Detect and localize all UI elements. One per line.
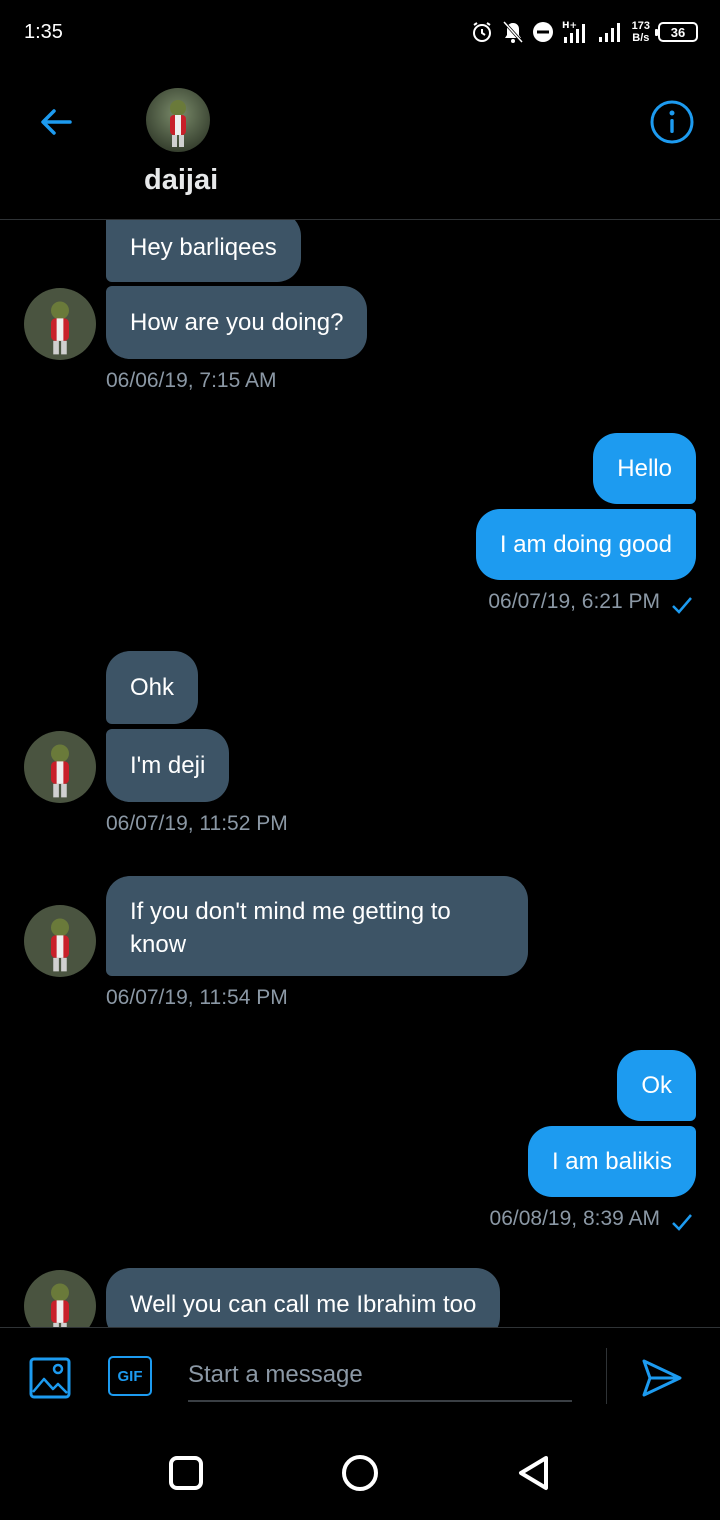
alarm-icon xyxy=(472,22,491,42)
received-message[interactable]: Ohk xyxy=(106,651,199,724)
message-text: Well you can call me Ibrahim too xyxy=(130,1291,477,1318)
home-icon xyxy=(342,1455,378,1491)
sender-avatar[interactable] xyxy=(24,288,96,360)
status-icons: H+ 173 B/s 36 xyxy=(470,16,698,48)
message-timestamp: 06/08/19, 8:39 AM xyxy=(489,1207,660,1230)
message-timestamp: 06/07/19, 6:21 PM xyxy=(488,590,660,613)
message-input[interactable] xyxy=(188,1350,572,1402)
conversation-header: daijai xyxy=(0,64,720,220)
signal-icon xyxy=(598,23,620,42)
message-text: I am balikis xyxy=(551,1148,672,1175)
conversation-info-button[interactable] xyxy=(648,98,696,146)
sender-avatar[interactable] xyxy=(24,1270,96,1327)
network-speed-value: 173 xyxy=(631,20,650,32)
message-text: I'm deji xyxy=(130,752,206,779)
recents-button[interactable] xyxy=(164,1451,208,1495)
info-icon xyxy=(650,100,694,144)
message-list[interactable]: Hey barliqees How are you doing? 06/06/1… xyxy=(0,220,720,1327)
back-triangle-icon xyxy=(519,1456,548,1490)
image-icon xyxy=(29,1357,71,1399)
signal-h-plus-icon: H+ xyxy=(562,21,585,43)
contact-avatar[interactable] xyxy=(146,88,210,152)
send-icon xyxy=(642,1359,682,1397)
message-timestamp: 06/07/19, 11:54 PM xyxy=(106,986,288,1009)
sent-message[interactable]: I am balikis xyxy=(527,1126,696,1197)
home-button[interactable] xyxy=(338,1451,382,1495)
message-text: How are you doing? xyxy=(130,309,344,336)
status-bar: 1:35 H+ 173 B/s 36 xyxy=(0,0,720,64)
message-timestamp: 06/06/19, 7:15 AM xyxy=(106,369,277,392)
battery-indicator: 36 xyxy=(655,22,698,42)
sent-message[interactable]: Ok xyxy=(617,1050,696,1121)
status-time: 1:35 xyxy=(24,21,63,43)
system-navigation-bar xyxy=(0,1427,720,1520)
do-not-disturb-icon xyxy=(532,22,553,42)
send-button[interactable] xyxy=(640,1356,684,1400)
message-text: Ok xyxy=(641,1072,672,1099)
sender-avatar[interactable] xyxy=(24,905,96,977)
composer-divider xyxy=(606,1348,607,1404)
sender-avatar[interactable] xyxy=(24,731,96,803)
svg-text:H+: H+ xyxy=(562,21,577,31)
received-message[interactable]: Well you can call me Ibrahim too xyxy=(106,1268,501,1327)
recents-icon xyxy=(169,1456,203,1490)
network-speed-unit: B/s xyxy=(632,32,650,44)
notifications-off-icon xyxy=(502,20,523,44)
message-timestamp: 06/07/19, 11:52 PM xyxy=(106,812,288,835)
sent-message[interactable]: I am doing good xyxy=(475,509,696,580)
add-gif-button[interactable]: GIF xyxy=(108,1356,152,1396)
message-text: Ohk xyxy=(130,674,175,701)
sent-message[interactable]: Hello xyxy=(593,433,696,504)
received-message[interactable]: How are you doing? xyxy=(106,286,368,359)
message-text: I am doing good xyxy=(499,531,672,558)
checkmark-icon xyxy=(672,597,692,614)
message-text: Hello xyxy=(617,455,672,482)
back-button[interactable] xyxy=(34,100,78,144)
add-media-button[interactable] xyxy=(28,1356,72,1400)
back-nav-button[interactable] xyxy=(512,1451,556,1495)
checkmark-icon xyxy=(672,1214,692,1231)
received-message[interactable]: If you don't mind me getting to know xyxy=(106,876,528,976)
message-text: Hey barliqees xyxy=(130,233,277,261)
received-message[interactable]: I'm deji xyxy=(106,729,230,802)
arrow-left-icon xyxy=(41,109,72,135)
message-text: If you don't mind me getting to know xyxy=(130,898,451,958)
received-message[interactable]: Hey barliqees xyxy=(106,220,301,282)
message-composer: GIF xyxy=(0,1327,720,1427)
network-speed: 173 B/s xyxy=(632,20,650,44)
contact-name[interactable]: daijai xyxy=(144,164,218,197)
